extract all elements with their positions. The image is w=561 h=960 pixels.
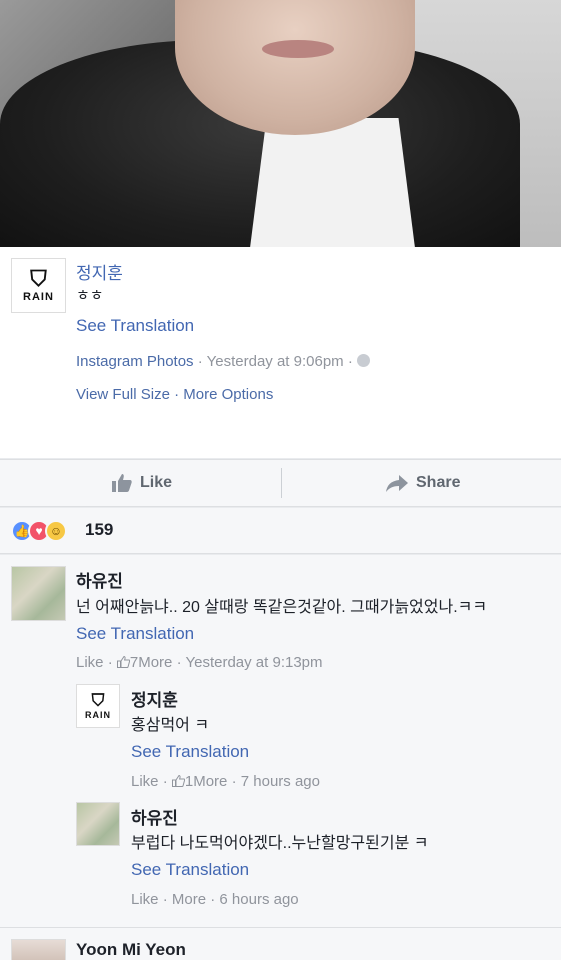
- comment-time[interactable]: Yesterday at 9:13pm: [185, 654, 322, 671]
- see-translation-link[interactable]: See Translation: [76, 624, 194, 644]
- reply-author[interactable]: 정지훈: [131, 686, 178, 711]
- haha-reaction-icon: ☺: [45, 520, 67, 542]
- see-translation-link[interactable]: See Translation: [76, 316, 194, 336]
- post-info: ⛉ RAIN 정지훈 ㅎㅎ See Translation Instagram …: [0, 247, 561, 458]
- reply-more-link[interactable]: More: [193, 773, 227, 790]
- commenter-avatar[interactable]: [11, 939, 66, 960]
- meta-separator: ·: [347, 353, 358, 370]
- comment-reaction-count[interactable]: 7: [130, 654, 138, 671]
- reply-author-avatar[interactable]: [76, 802, 120, 846]
- rain-logo-icon: ⛉: [30, 266, 47, 292]
- reply-like-link[interactable]: Like: [131, 891, 159, 908]
- comment-author[interactable]: 하유진: [76, 567, 123, 592]
- see-translation-link[interactable]: See Translation: [131, 860, 249, 880]
- comments-section: 하유진 넌 어째안늙냐.. 20 살때랑 똑같은것같아. 그때가늙었었나.ㅋㅋ …: [0, 555, 561, 960]
- reply-author-avatar[interactable]: ⛉ RAIN: [76, 684, 120, 728]
- more-options-link[interactable]: More Options: [183, 386, 273, 403]
- like-label: Like: [140, 474, 173, 491]
- reply-more-link[interactable]: More: [172, 891, 206, 908]
- reply-author[interactable]: 하유진: [131, 804, 178, 829]
- globe-icon: [357, 354, 371, 367]
- reply-like-link[interactable]: Like: [131, 773, 159, 790]
- view-full-size-link[interactable]: View Full Size: [76, 386, 170, 403]
- post-time[interactable]: Yesterday at 9:06pm: [207, 353, 344, 370]
- photo-lips: [262, 40, 334, 58]
- share-arrow-icon: [386, 474, 408, 492]
- rain-logo-icon: ⛉: [91, 690, 105, 711]
- thumbs-up-outline-icon: [171, 775, 185, 787]
- reply-time[interactable]: 6 hours ago: [219, 891, 298, 908]
- action-divider: [281, 468, 282, 498]
- photo-options: View Full Size · More Options: [76, 386, 273, 403]
- thumbs-up-icon: [112, 474, 132, 492]
- reply-meta: Like · More · 6 hours ago: [131, 891, 299, 908]
- author-avatar[interactable]: ⛉ RAIN: [11, 258, 66, 313]
- reaction-count: 159: [85, 520, 114, 539]
- like-button[interactable]: Like: [112, 460, 172, 506]
- meta-separator: ·: [197, 353, 207, 370]
- action-bar: Like Share: [0, 459, 561, 507]
- comment-text: 넌 어째안늙냐.. 20 살때랑 똑같은것같아. 그때가늙었었나.ㅋㅋ: [76, 599, 488, 616]
- reply-time[interactable]: 7 hours ago: [241, 773, 320, 790]
- comment-author[interactable]: Yoon Mi Yeon: [76, 940, 186, 960]
- photo-shirt: [250, 118, 415, 247]
- reply-meta: Like · 1More · 7 hours ago: [131, 773, 320, 790]
- post-text: ㅎㅎ: [76, 287, 104, 304]
- share-button[interactable]: Share: [386, 460, 460, 506]
- see-translation-link[interactable]: See Translation: [131, 742, 249, 762]
- post-author-name[interactable]: 정지훈: [76, 259, 123, 284]
- reactions-summary[interactable]: 👍 ♥ ☺ 159: [0, 508, 561, 554]
- thumbs-up-outline-icon: [116, 656, 130, 668]
- reply-text: 홍삼먹어 ㅋ: [131, 717, 210, 734]
- comment-divider: [0, 927, 561, 928]
- avatar-logo-text: RAIN: [23, 290, 54, 303]
- comment-like-link[interactable]: Like: [76, 654, 104, 671]
- reply-text: 부럽다 나도먹어야겠다..누난할망구된기분 ㅋ: [131, 835, 429, 852]
- reply-reaction-count[interactable]: 1: [185, 773, 193, 790]
- commenter-avatar[interactable]: [11, 566, 66, 621]
- post-meta: Instagram Photos · Yesterday at 9:06pm ·: [76, 353, 371, 370]
- options-separator: ·: [174, 386, 184, 403]
- source-link[interactable]: Instagram Photos: [76, 353, 194, 370]
- share-label: Share: [416, 474, 461, 491]
- comment-more-link[interactable]: More: [138, 654, 172, 671]
- post-photo[interactable]: [0, 0, 561, 247]
- comment-meta: Like · 7More · Yesterday at 9:13pm: [76, 654, 323, 671]
- avatar-logo-text: RAIN: [85, 709, 111, 720]
